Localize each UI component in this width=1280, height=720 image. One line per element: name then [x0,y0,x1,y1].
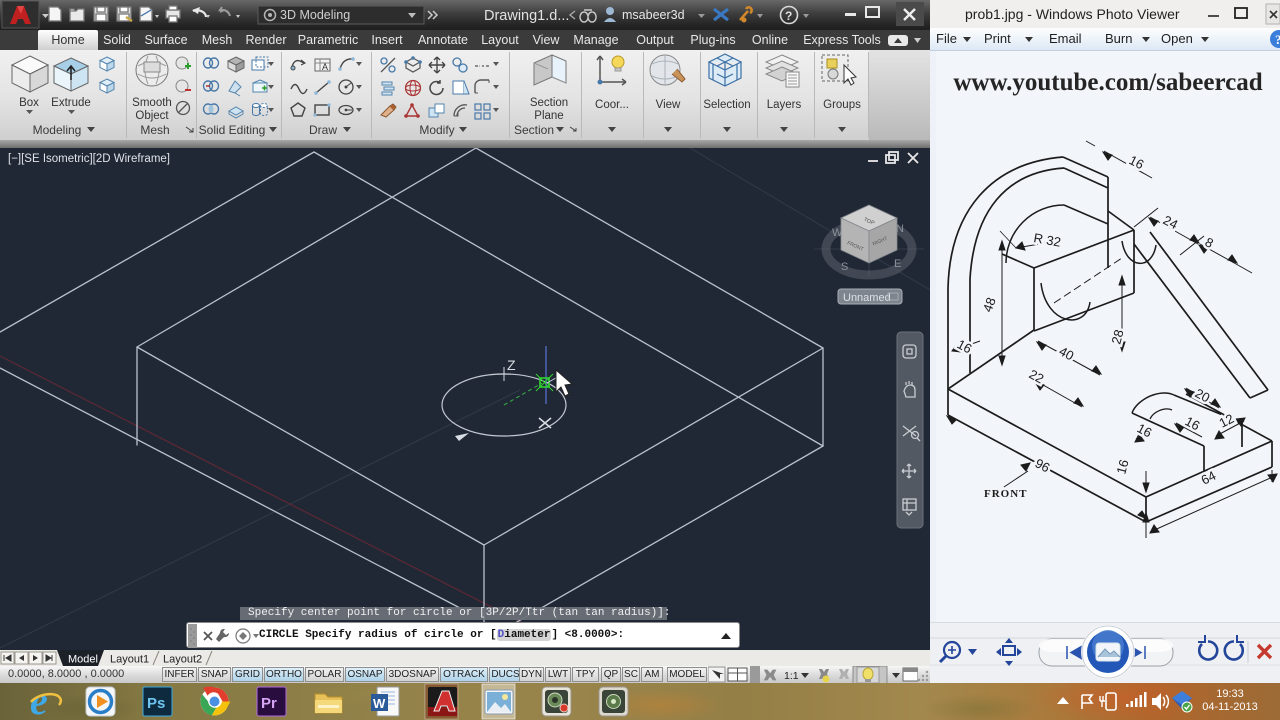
svg-text:Modeling: Modeling [33,123,82,137]
svg-text:16: 16 [1127,152,1147,172]
svg-text:Box: Box [19,97,39,109]
svg-text:22: 22 [1027,366,1047,386]
svg-text:W: W [373,696,386,711]
svg-text:?: ? [785,9,792,23]
svg-text:24: 24 [1161,212,1181,232]
svg-text:8: 8 [1203,234,1216,251]
svg-text:Selection: Selection [703,99,750,111]
svg-text:Extrude: Extrude [51,97,91,109]
svg-text:Plane: Plane [534,110,563,122]
svg-text:A: A [322,62,328,72]
svg-text:Modify: Modify [419,123,454,137]
svg-text:1:1: 1:1 [784,670,799,682]
svg-text:E: E [894,258,901,270]
svg-text:Smooth: Smooth [132,97,172,109]
svg-text:R 32: R 32 [1032,230,1062,250]
svg-text:Z: Z [507,357,516,373]
svg-text:Layers: Layers [767,99,802,111]
svg-text:?: ? [1275,32,1280,47]
svg-text:16: 16 [955,336,975,356]
svg-text:16: 16 [1183,413,1203,433]
svg-text:Pr: Pr [261,695,277,712]
svg-text:Object: Object [135,110,169,122]
svg-text:48: 48 [980,295,999,314]
svg-text:Layout1: Layout1 [110,654,149,666]
svg-text:64: 64 [1199,468,1219,488]
svg-text:S: S [841,261,848,273]
svg-text:Solid Editing: Solid Editing [199,123,266,137]
svg-text:Mesh: Mesh [140,123,169,137]
svg-text:FRONT: FRONT [984,488,1028,500]
svg-text:Model: Model [68,654,98,666]
svg-text:Groups: Groups [823,99,861,111]
svg-text:3D Modeling: 3D Modeling [280,8,350,22]
svg-text:Section: Section [530,97,568,109]
svg-text:16: 16 [1113,458,1131,476]
svg-text:Drawing1.d...: Drawing1.d... [484,8,569,24]
svg-text:96: 96 [1033,455,1053,475]
svg-text:Draw: Draw [309,123,337,137]
svg-text:Ps: Ps [147,695,165,712]
svg-text:msabeer3d: msabeer3d [622,8,685,22]
svg-text:Layout2: Layout2 [163,654,202,666]
svg-text:Section: Section [514,123,554,137]
svg-text:View: View [656,99,681,111]
svg-text:Unnamed: Unnamed [843,292,891,304]
svg-text:Coor...: Coor... [595,99,629,111]
